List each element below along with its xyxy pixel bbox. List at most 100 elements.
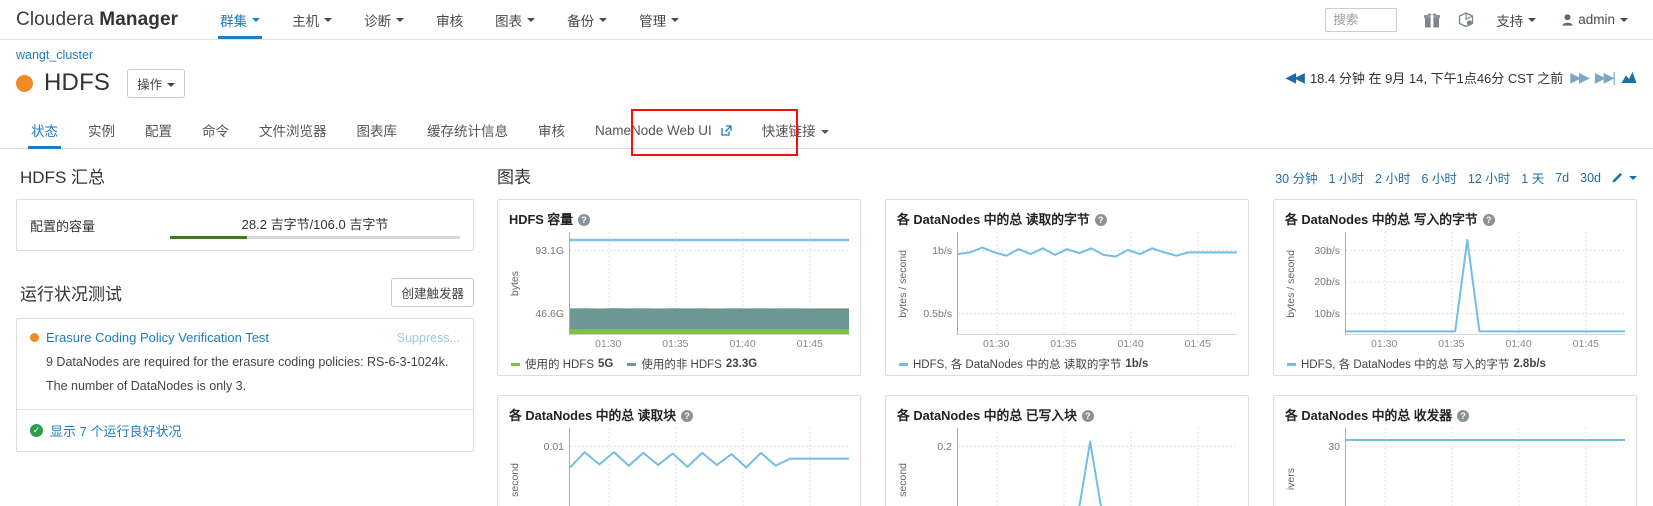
help-icon[interactable]: ?	[1081, 410, 1094, 422]
help-icon[interactable]: ?	[1457, 410, 1470, 422]
chevron-down-icon	[599, 17, 608, 22]
tab-file-browser[interactable]: 文件浏览器	[244, 123, 342, 149]
tab-namenode-web-ui[interactable]: NameNode Web UI	[580, 122, 747, 149]
nav-item-charts[interactable]: 图表	[479, 0, 551, 39]
chart-legend: HDFS, 各 DataNodes 中的总 读取的字节 1b/s	[897, 356, 1237, 372]
legend-swatch-icon	[899, 362, 908, 366]
range-option-30d[interactable]: 30d	[1580, 171, 1601, 185]
tab-instances[interactable]: 实例	[73, 124, 130, 149]
chart-canvas[interactable]	[957, 428, 1237, 506]
chart-range-options: 30 分钟 1 小时 2 小时 6 小时 12 小时 1 天 7d 30d	[1275, 168, 1637, 187]
legend-value: 1b/s	[1125, 358, 1149, 370]
chart-title: 各 DataNodes 中的总 读取块?	[509, 405, 849, 424]
breadcrumb-cluster-link[interactable]: wangt_cluster	[16, 48, 1637, 62]
chart-canvas[interactable]	[569, 428, 849, 506]
main-nav-items: 群集 主机 诊断 审核 图表 备份 管理	[204, 0, 695, 39]
legend-label: 使用的非 HDFS	[641, 359, 722, 371]
tab-status[interactable]: 状态	[16, 124, 73, 149]
x-tick-label: 01:35	[662, 338, 689, 350]
support-menu[interactable]: 支持	[1483, 10, 1549, 30]
x-tick-label: 01:45	[1184, 338, 1211, 350]
configured-capacity-label: 配置的容量	[30, 218, 96, 234]
chart-plot-area: second 0.2	[897, 428, 1237, 506]
chart-canvas[interactable]	[1345, 428, 1625, 506]
chart-legend: HDFS, 各 DataNodes 中的总 写入的字节 2.8b/s	[1285, 356, 1625, 372]
legend-item[interactable]: 使用的 HDFS 5G	[511, 356, 613, 372]
help-icon[interactable]: ?	[1094, 214, 1107, 226]
nav-item-label: 审核	[436, 13, 464, 29]
nav-item-hosts[interactable]: 主机	[276, 0, 348, 39]
chart-title-text: 各 DataNodes 中的总 收发器	[1285, 408, 1453, 423]
legend-item[interactable]: 使用的非 HDFS 23.3G	[627, 356, 757, 372]
help-icon[interactable]: ?	[578, 214, 590, 226]
y-tick-label: 30b/s	[1314, 244, 1340, 257]
y-tick-label: 0.5b/s	[923, 308, 952, 321]
suppress-link[interactable]: Suppress...	[397, 331, 460, 345]
nav-item-administration[interactable]: 管理	[623, 0, 695, 39]
chart-card[interactable]: 各 DataNodes 中的总 写入的字节? bytes / second 30b/…	[1273, 199, 1637, 376]
help-icon[interactable]: ?	[1482, 214, 1495, 226]
external-link-icon	[720, 124, 732, 139]
chart-card[interactable]: 各 DataNodes 中的总 读取的字节? bytes / second 1b/s…	[885, 199, 1249, 376]
tab-quick-links[interactable]: 快速链接	[747, 124, 844, 149]
time-chart-icon[interactable]	[1621, 70, 1637, 85]
range-option-6hour[interactable]: 6 小时	[1421, 168, 1456, 187]
range-option-7d[interactable]: 7d	[1555, 171, 1569, 185]
chart-card[interactable]: HDFS 容量? bytes 93.1G 46.6G 01:30 01:35 01:40 01…	[497, 199, 861, 376]
chart-plot-area: second0.010.01	[509, 428, 849, 506]
health-tests-header: 运行状况测试 创建触发器	[16, 278, 474, 307]
tab-commands[interactable]: 命令	[187, 124, 244, 149]
edit-charts-icon[interactable]	[1612, 171, 1637, 185]
tab-chart-library[interactable]: 图表库	[342, 124, 413, 149]
tab-label: 文件浏览器	[259, 123, 327, 139]
legend-item[interactable]: HDFS, 各 DataNodes 中的总 读取的字节 1b/s	[899, 356, 1148, 372]
tab-label: 缓存统计信息	[427, 123, 508, 139]
app-logo[interactable]: Cloudera Manager	[16, 9, 178, 31]
chart-card[interactable]: 各 DataNodes 中的总 收发器? ivers3020 各 DataNodes…	[1273, 395, 1637, 506]
user-menu[interactable]: admin	[1549, 12, 1641, 27]
legend-item[interactable]: 配置的容量106G	[511, 375, 615, 376]
health-test-name[interactable]: Erasure Coding Policy Verification Test	[46, 330, 269, 345]
help-icon[interactable]: ?	[681, 410, 694, 422]
page-header: wangt_cluster HDFS 操作 ◀◀ 18.4 分钟 在 9月 14…	[0, 40, 1653, 102]
tab-configuration[interactable]: 配置	[130, 123, 187, 149]
nav-item-diagnostics[interactable]: 诊断	[348, 0, 420, 39]
nav-item-backup[interactable]: 备份	[551, 0, 623, 39]
user-label: admin	[1578, 12, 1615, 27]
top-nav-right-group: 支持 admin	[1325, 7, 1641, 32]
actions-button[interactable]: 操作	[127, 68, 186, 98]
gift-icon[interactable]	[1415, 11, 1449, 29]
range-option-30min[interactable]: 30 分钟	[1275, 168, 1317, 187]
actions-label: 操作	[137, 77, 163, 92]
nav-item-audits[interactable]: 审核	[420, 0, 479, 39]
chart-card[interactable]: 各 DataNodes 中的总 已写入块? second 0.2 各 DataNode…	[885, 395, 1249, 506]
time-jump-latest-button[interactable]: ▶▶|	[1595, 69, 1616, 86]
support-label: 支持	[1496, 13, 1524, 29]
x-tick-label: 01:40	[1117, 338, 1144, 350]
chart-canvas[interactable]	[569, 232, 849, 335]
range-option-2hour[interactable]: 2 小时	[1375, 168, 1410, 187]
parcel-icon[interactable]	[1449, 11, 1483, 29]
good-health-row[interactable]: ✓ 显示 7 个运行良好状况	[17, 410, 473, 451]
legend-item[interactable]: HDFS, 各 DataNodes 中的总 写入的字节 2.8b/s	[1287, 356, 1546, 372]
time-step-forward-button[interactable]: ▶▶	[1570, 69, 1589, 86]
show-good-health-link[interactable]: 显示 7 个运行良好状况	[50, 421, 181, 440]
search-input[interactable]	[1325, 7, 1398, 32]
range-option-1day[interactable]: 1 天	[1521, 168, 1544, 187]
tab-label: 配置	[145, 123, 172, 139]
range-option-12hour[interactable]: 12 小时	[1468, 168, 1510, 187]
tab-label: NameNode Web UI	[595, 122, 712, 138]
create-trigger-button[interactable]: 创建触发器	[391, 278, 474, 307]
tab-cache-statistics[interactable]: 缓存统计信息	[412, 123, 523, 149]
y-tick-label: 1b/s	[932, 244, 952, 257]
nav-item-clusters[interactable]: 群集	[204, 0, 276, 39]
chart-canvas[interactable]	[957, 232, 1237, 335]
legend-swatch-icon	[1287, 362, 1296, 366]
y-tick-label: 93.1G	[535, 244, 564, 257]
chart-canvas[interactable]	[1345, 232, 1625, 335]
chart-card[interactable]: 各 DataNodes 中的总 读取块? second0.010.01 各 Data…	[497, 395, 861, 506]
time-step-back-button[interactable]: ◀◀	[1285, 69, 1304, 86]
y-axis-label: bytes / second	[1285, 249, 1297, 318]
tab-audits[interactable]: 审核	[523, 124, 580, 149]
range-option-1hour[interactable]: 1 小时	[1329, 168, 1364, 187]
